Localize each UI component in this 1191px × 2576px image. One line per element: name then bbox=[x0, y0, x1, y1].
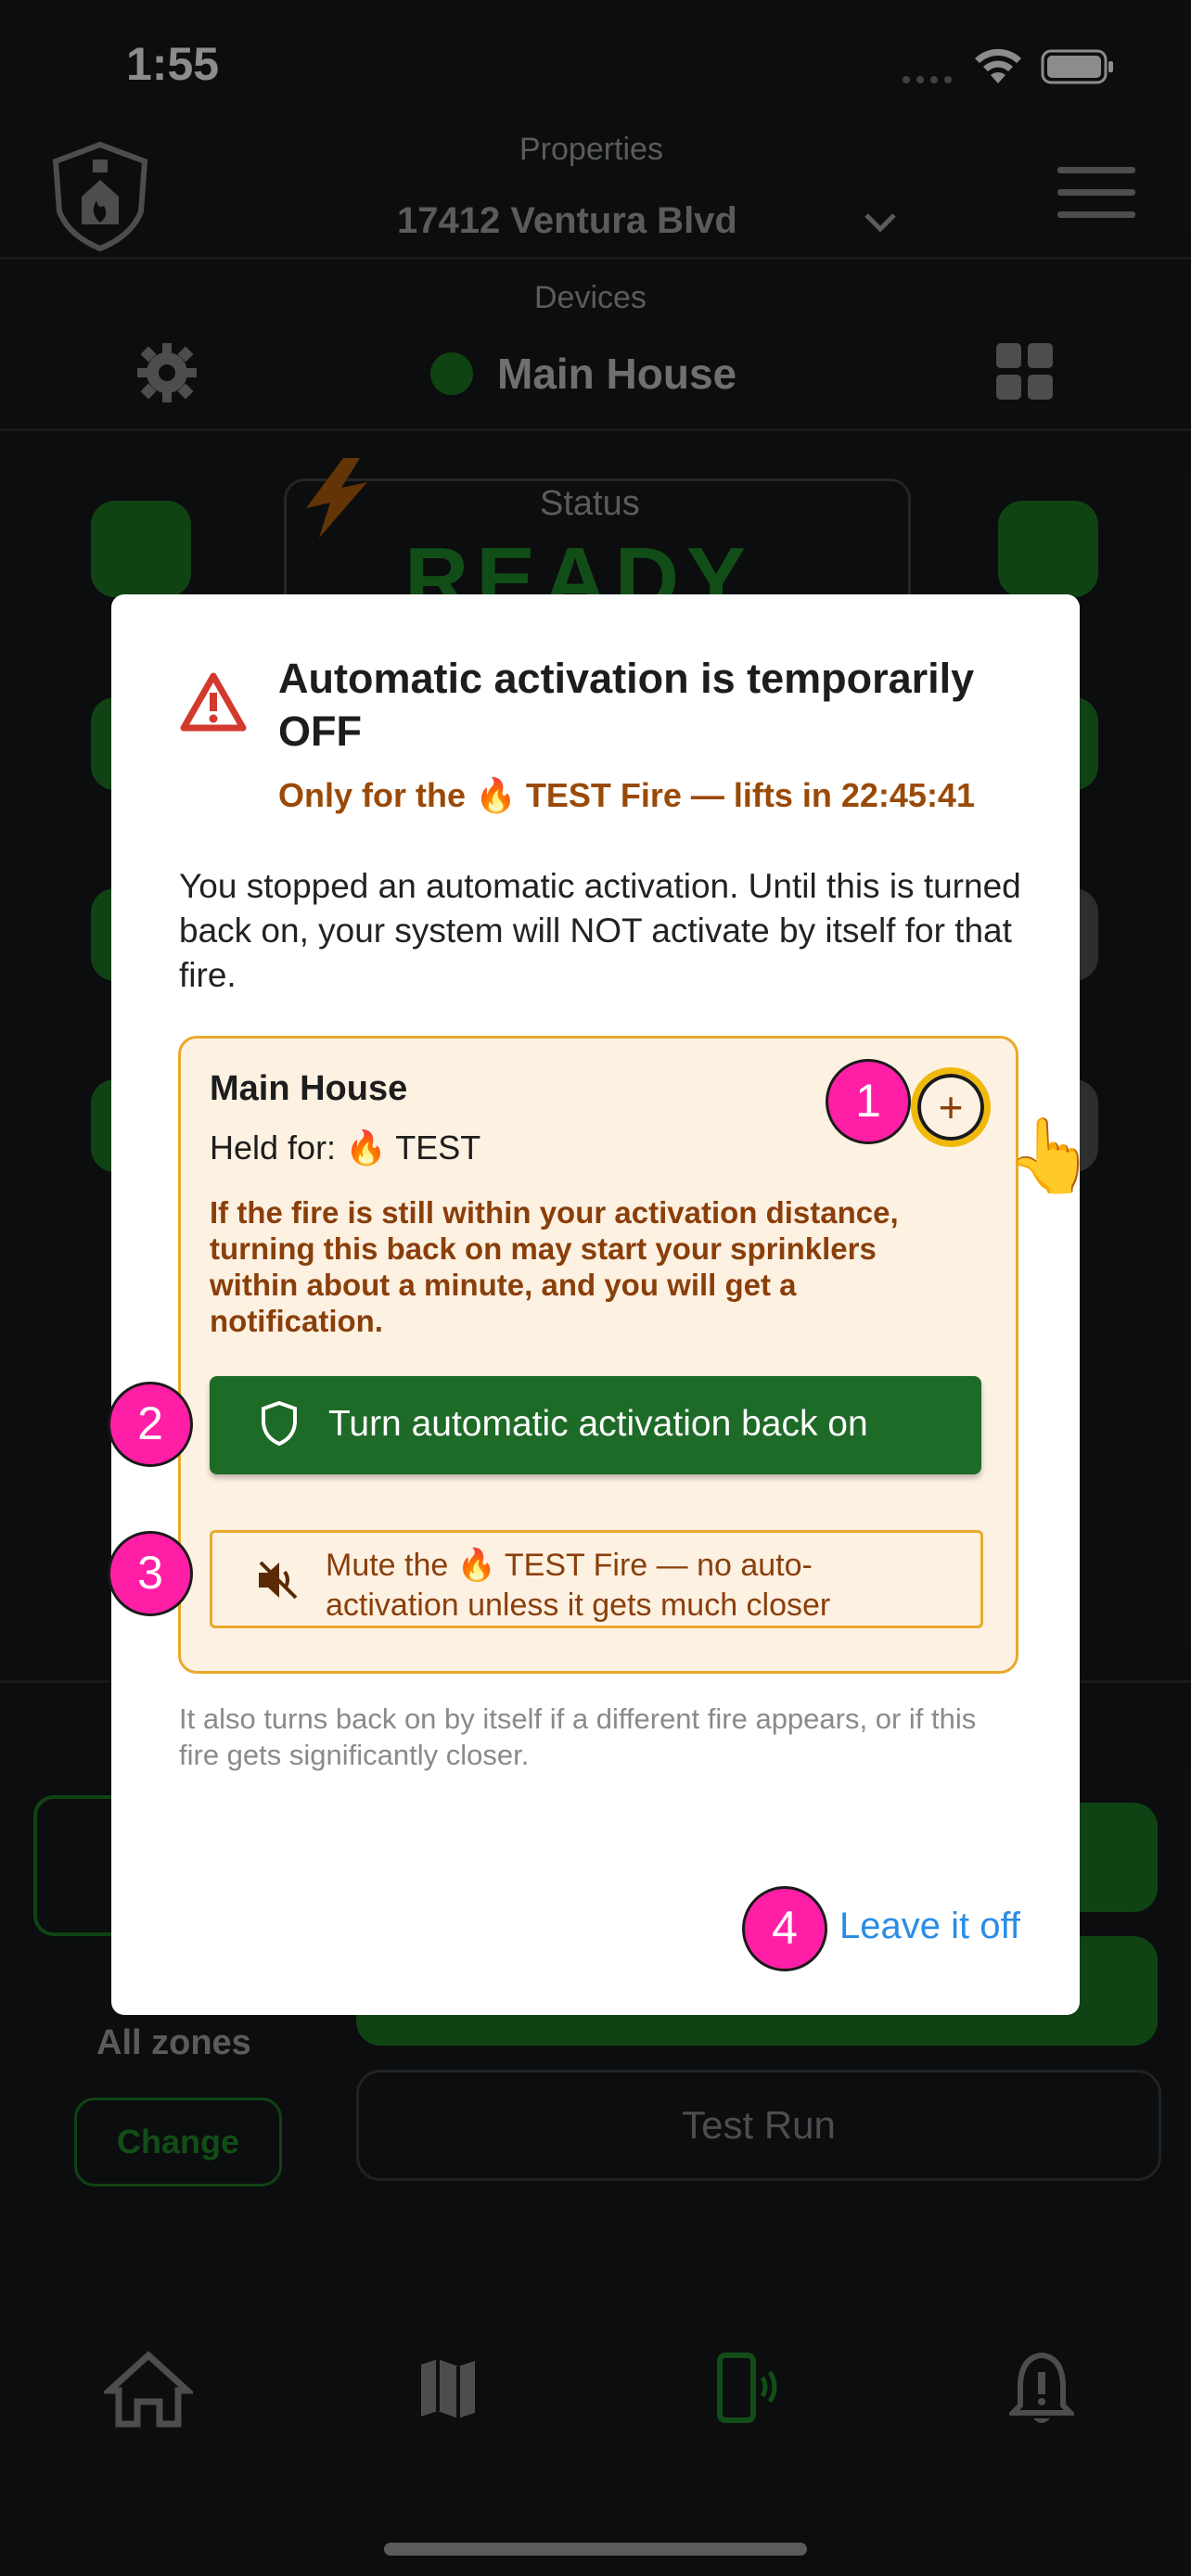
card-warning-text: If the fire is still within your activat… bbox=[210, 1195, 899, 1338]
warning-triangle-icon bbox=[180, 672, 247, 736]
annotation-badge-2: 2 bbox=[108, 1382, 193, 1467]
expand-card-button[interactable]: + bbox=[911, 1067, 991, 1147]
card-held-for: Held for: 🔥 TEST bbox=[210, 1129, 481, 1167]
dialog-title: Automatic activation is temporarily OFF bbox=[278, 655, 975, 755]
activation-off-dialog: Automatic activation is temporarily OFF … bbox=[111, 594, 1095, 2015]
turn-back-on-label: Turn automatic activation back on bbox=[328, 1404, 868, 1444]
speaker-muted-icon bbox=[255, 1559, 301, 1606]
dialog-subtitle: Only for the 🔥 TEST Fire — lifts in 22:4… bbox=[278, 776, 975, 814]
annotation-badge-4: 4 bbox=[742, 1886, 827, 1971]
turn-back-on-button[interactable]: Turn automatic activation back on bbox=[210, 1376, 981, 1474]
leave-it-off-link[interactable]: Leave it off bbox=[839, 1906, 1020, 1947]
dialog-footnote: It also turns back on by itself if a dif… bbox=[179, 1702, 977, 1771]
dialog-body-text: You stopped an automatic activation. Unt… bbox=[179, 867, 1021, 994]
annotation-badge-1: 1 bbox=[826, 1059, 911, 1144]
mute-fire-label: Mute the 🔥 TEST Fire — no auto-activatio… bbox=[326, 1548, 831, 1623]
mute-fire-button[interactable]: Mute the 🔥 TEST Fire — no auto-activatio… bbox=[210, 1530, 983, 1628]
annotation-badge-3: 3 bbox=[108, 1531, 193, 1616]
shield-icon bbox=[260, 1400, 299, 1451]
plus-icon: + bbox=[938, 1083, 964, 1131]
pointer-hand-icon: 👆 bbox=[1005, 1115, 1096, 1196]
card-device-name: Main House bbox=[210, 1069, 408, 1108]
